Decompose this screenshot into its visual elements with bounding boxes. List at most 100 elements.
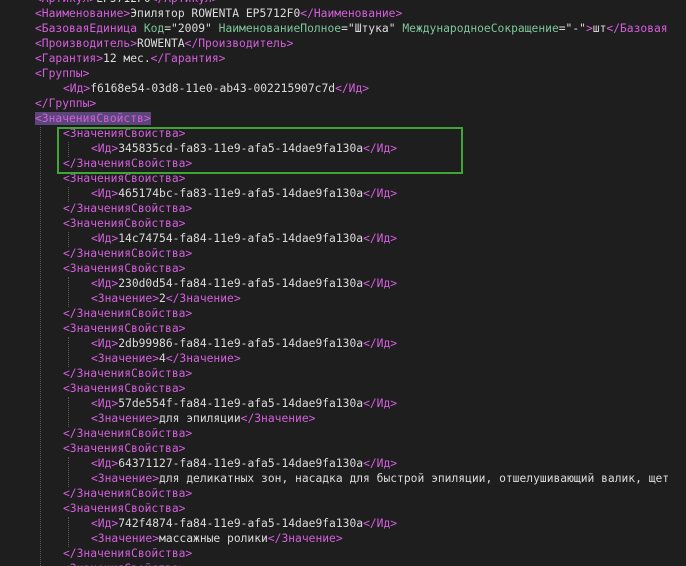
code-line-content: <Значение>массажные ролики</Значение> [91,531,343,546]
xml-editor[interactable]: <Артикул>EP5712F0</Артикул><Наименование… [0,0,686,566]
code-line[interactable]: <Значение>2</Значение> [0,291,686,306]
code-line-content: <Ид>64371127-fa84-11e9-afa5-14dae9fa130a… [91,456,397,471]
xml-tag: </Ид> [363,232,398,245]
xml-tag: <Гарантия> [35,52,104,65]
code-line-content: <Ид>465174bc-fa83-11e9-afa5-14dae9fa130a… [91,186,397,201]
code-line-content: <Ид>57de554f-fa84-11e9-afa5-14dae9fa130a… [91,396,397,411]
xml-text: для деликатных зон, насадка для быстрой … [159,472,670,485]
xml-tag: </Ид> [363,517,398,530]
code-line[interactable]: </ЗначенияСвойства> [0,486,686,501]
code-line[interactable]: <Ид>345835cd-fa83-11e9-afa5-14dae9fa130a… [0,141,686,156]
code-line[interactable]: <Ид>230d0d54-fa84-11e9-afa5-14dae9fa130a… [0,276,686,291]
code-line-content: </ЗначенияСвойства> [63,486,192,501]
code-line-content: <Значение>2</Значение> [91,291,241,306]
xml-tag: <ЗначенияСвойств> [35,112,151,125]
code-line[interactable]: <ЗначенияСвойства> [0,261,686,276]
xml-tag: </ЗначенияСвойства> [63,157,193,170]
code-line-content: <ЗначенияСвойств> [35,111,151,126]
xml-tag: <ЗначенияСвойства> [63,127,186,140]
code-line[interactable]: <Значение>для деликатных зон, насадка дл… [0,471,686,486]
code-line-content: <ЗначенияСвойства> [63,321,185,336]
xml-text: Эпилятор ROWENTA EP5712F0 [130,7,301,20]
code-line-content: <Ид>345835cd-fa83-11e9-afa5-14dae9fa130a… [91,141,397,156]
code-line[interactable]: <Группы> [0,66,686,81]
xml-tag: <ЗначенияСвойства> [63,502,186,515]
code-line-content: </ЗначенияСвойства> [63,156,192,171]
code-line-content: <Значение>для эпиляции</Значение> [91,411,315,426]
code-line[interactable]: <ЗначенияСвойства> [0,381,686,396]
indent-guide [68,397,69,427]
xml-text: 2 [159,292,166,305]
indent-guide [40,127,41,566]
xml-tag: <ЗначенияСвойства> [63,322,186,335]
xml-tag: <Значение> [91,532,160,545]
xml-tag: </Гарантия> [150,52,226,65]
code-line-content: <БазоваяЕдиница Код="2009" НаименованиеП… [35,21,668,36]
xml-text: 4 [159,352,166,365]
code-line[interactable]: <Ид>14c74754-fa84-11e9-afa5-14dae9fa130a… [0,231,686,246]
code-line[interactable]: <БазоваяЕдиница Код="2009" НаименованиеП… [0,21,686,36]
indent-guide [68,517,69,547]
xml-tag: </Производитель> [184,37,294,50]
code-line[interactable]: </ЗначенияСвойства> [0,156,686,171]
code-line[interactable]: <Производитель>ROWENTA</Производитель> [0,36,686,51]
indent-guide [68,457,69,487]
code-line[interactable]: <ЗначенияСвойства> [0,216,686,231]
xml-text: 2db99986-fa84-11e9-afa5-14dae9fa130a [118,337,364,350]
code-line[interactable]: <Гарантия>12 мес.</Гарантия> [0,51,686,66]
code-line-content: <ЗначенияСвойства> [63,381,185,396]
code-line[interactable]: <ЗначенияСвойства> [0,561,686,566]
xml-text: 742f4874-fa84-11e9-afa5-14dae9fa130a [118,517,364,530]
code-line-content: <ЗначенияСвойства> [63,441,185,456]
xml-text: f6168e54-03d8-11e0-ab43-002215907c7d [90,82,336,95]
code-line[interactable]: </ЗначенияСвойства> [0,546,686,561]
xml-text: ="2009" [164,22,219,35]
code-line[interactable]: <ЗначенияСвойств> [0,111,686,126]
code-line[interactable]: <Ид>57de554f-fa84-11e9-afa5-14dae9fa130a… [0,396,686,411]
code-line[interactable]: <Значение>для эпиляции</Значение> [0,411,686,426]
xml-tag: > [585,22,593,35]
xml-tag: <ЗначенияСвойства> [63,442,186,455]
code-line[interactable]: <Наименование>Эпилятор ROWENTA EP5712F0<… [0,6,686,21]
xml-text: 14c74754-fa84-11e9-afa5-14dae9fa130a [118,232,364,245]
code-line[interactable]: <ЗначенияСвойства> [0,171,686,186]
code-line-content: <ЗначенияСвойства> [63,216,185,231]
code-line[interactable]: <Ид>64371127-fa84-11e9-afa5-14dae9fa130a… [0,456,686,471]
code-line-content: </ЗначенияСвойства> [63,426,192,441]
xml-tag: </Наименование> [300,7,403,20]
xml-tag: </Значение> [267,532,343,545]
code-line[interactable]: </ЗначенияСвойства> [0,246,686,261]
code-line[interactable]: </ЗначенияСвойства> [0,306,686,321]
xml-text: 345835cd-fa83-11e9-afa5-14dae9fa130a [118,142,364,155]
xml-tag: <ЗначенияСвойства> [63,562,185,566]
code-line[interactable]: <Ид>f6168e54-03d8-11e0-ab43-002215907c7d… [0,81,686,96]
xml-text: для эпиляции [159,412,241,425]
xml-tag: </Базовая [606,22,668,35]
xml-tag: <Ид> [91,232,119,245]
code-line[interactable]: </ЗначенияСвойства> [0,366,686,381]
code-line[interactable]: <Ид>2db99986-fa84-11e9-afa5-14dae9fa130a… [0,336,686,351]
code-line-content: <Наименование>Эпилятор ROWENTA EP5712F0<… [35,6,402,21]
xml-tag: </Ид> [363,187,398,200]
xml-tag: </Значение> [165,292,241,305]
xml-tag: <Ид> [91,142,119,155]
code-line[interactable]: <Ид>742f4874-fa84-11e9-afa5-14dae9fa130a… [0,516,686,531]
code-line[interactable]: <ЗначенияСвойства> [0,501,686,516]
code-line[interactable]: </Группы> [0,96,686,111]
code-line[interactable]: <ЗначенияСвойства> [0,321,686,336]
code-line-content: <Производитель>ROWENTA</Производитель> [35,36,293,51]
code-line[interactable]: <Значение>массажные ролики</Значение> [0,531,686,546]
code-line[interactable]: <Ид>465174bc-fa83-11e9-afa5-14dae9fa130a… [0,186,686,201]
code-line[interactable]: </ЗначенияСвойства> [0,201,686,216]
code-line[interactable]: <ЗначенияСвойства> [0,126,686,141]
code-line[interactable]: <Значение>4</Значение> [0,351,686,366]
code-line[interactable]: </ЗначенияСвойства> [0,426,686,441]
code-line-content: <Ид>14c74754-fa84-11e9-afa5-14dae9fa130a… [91,231,397,246]
code-line-content: </Группы> [35,96,96,111]
code-line-content: <Группы> [35,66,89,81]
indent-guide [68,142,69,157]
xml-text: 57de554f-fa84-11e9-afa5-14dae9fa130a [118,397,364,410]
code-line-content: </ЗначенияСвойства> [63,201,192,216]
code-line[interactable]: <ЗначенияСвойства> [0,441,686,456]
xml-tag: <Ид> [91,187,119,200]
